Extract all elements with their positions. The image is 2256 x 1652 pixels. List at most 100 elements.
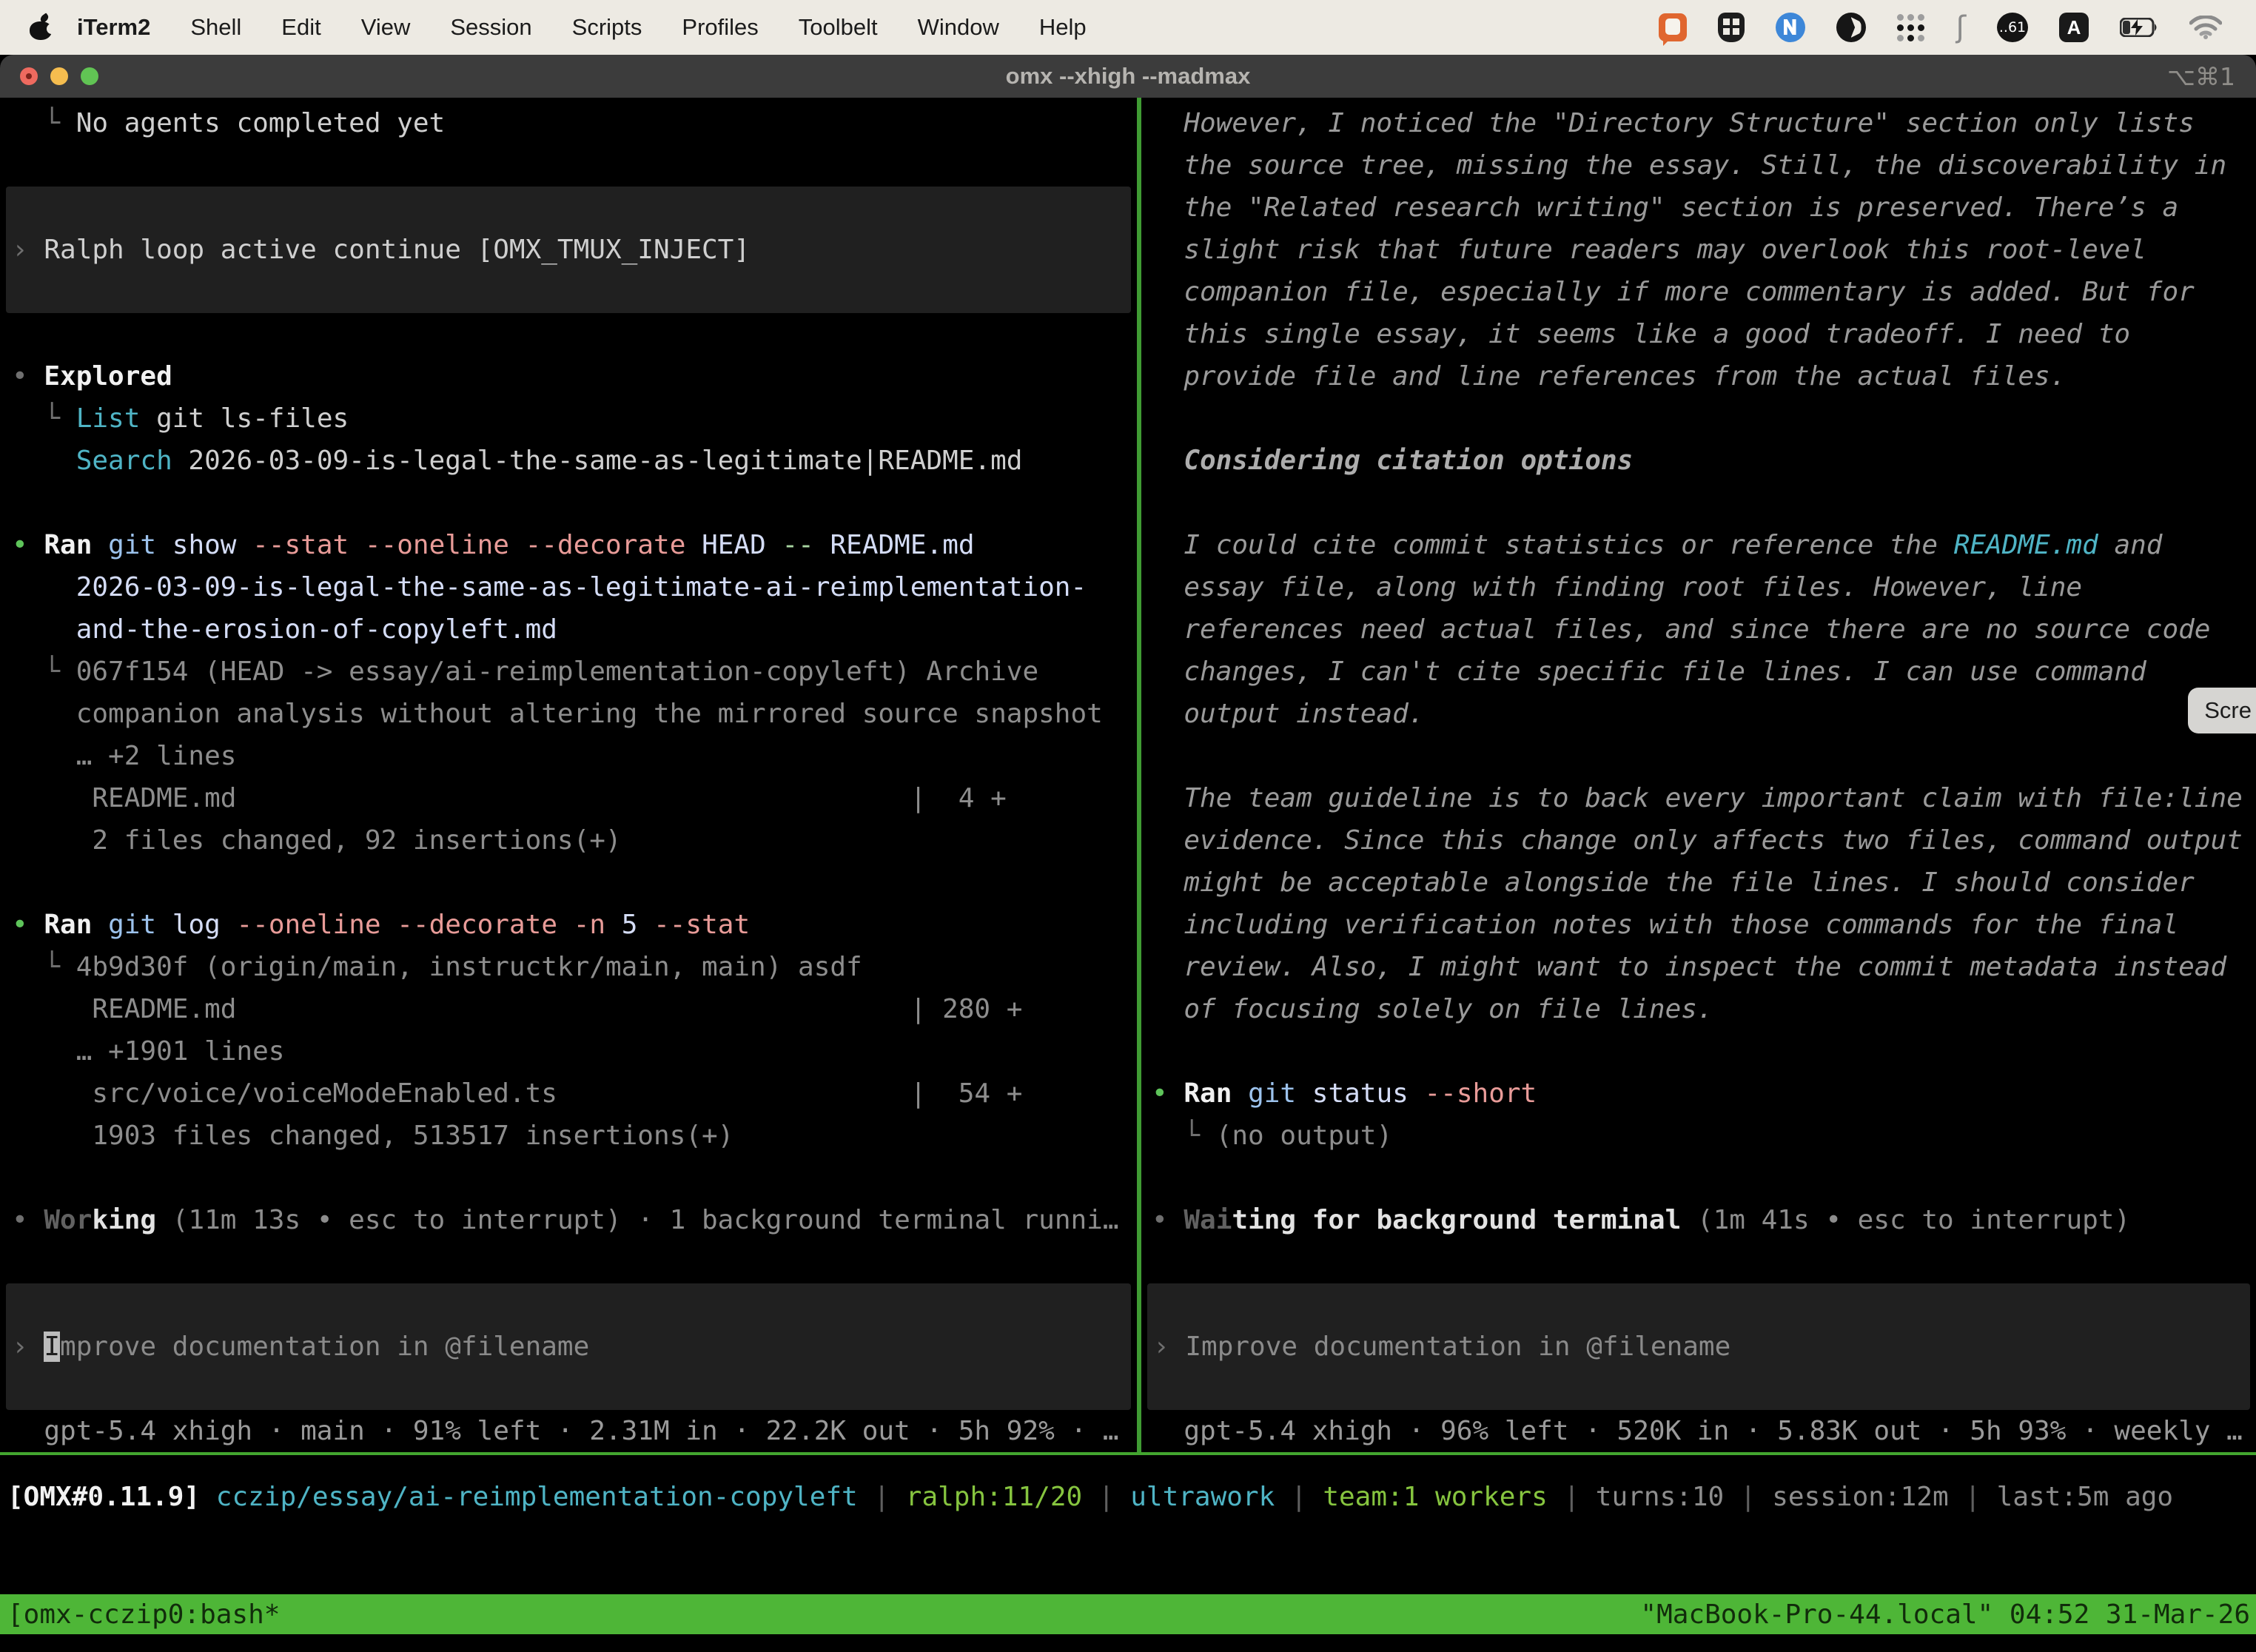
text-segment: git [108,910,156,940]
text-segment: └ [1152,1121,1216,1151]
text-segment: companion analysis without altering the … [12,699,1103,729]
text-segment: └ [12,403,76,434]
terminal-line: • Ran git status --short [1141,1072,2256,1115]
menu-item-toolbelt[interactable]: Toolbelt [779,14,898,41]
text-segment: including verification notes with those … [1152,910,2178,940]
terminal-line: └ (no output) [1141,1115,2256,1157]
text-segment: [OMX#0.11.9] [7,1482,200,1512]
terminal-line [1141,735,2256,777]
text-segment: 067f154 (HEAD -> essay/ai-reimplementati… [76,657,1038,687]
messages-badge-icon[interactable] [1776,13,1805,42]
grid-shield-icon[interactable] [1718,13,1745,42]
terminal-line: › Improve documentation in @filename [6,1326,1131,1368]
left-pane[interactable]: └ No agents completed yet › Ralph loop a… [0,98,1137,1452]
terminal-line: └ List git ls-files [0,397,1137,440]
close-button[interactable] [20,67,38,85]
text-segment: • [12,530,44,560]
zoom-button[interactable] [81,67,98,85]
text-segment: -- [782,530,813,560]
text-segment: cczip/essay/ai-reimplementation-copyleft [216,1482,858,1512]
text-segment: gpt-5.4 xhigh · main · 91% left · 2.31M … [12,1416,1119,1446]
terminal-line: 2026-03-09-is-legal-the-same-as-legitima… [0,566,1137,608]
text-segment: -n [574,910,605,940]
terminal-line: gpt-5.4 xhigh · main · 91% left · 2.31M … [0,1410,1137,1452]
terminal-line: and-the-erosion-of-copyleft.md [0,608,1137,651]
terminal-line: • Explored [0,355,1137,397]
terminal-line [0,862,1137,904]
text-segment: gpt-5.4 xhigh · 96% left · 520K in · 5.8… [1152,1416,2243,1446]
terminal-line: the source tree, missing the essay. Stil… [1141,144,2256,187]
menu-item-edit[interactable]: Edit [261,14,340,41]
tmux-status-bar[interactable]: [omx-cczip0:bash* "MacBook-Pro-44.local"… [0,1594,2256,1634]
text-segment: references need actual files, and since … [1152,614,2210,645]
title-bar[interactable]: omx --xhigh --madmax ⌥⌘1 [0,55,2256,98]
text-segment: Ran [1184,1078,1232,1109]
text-segment [509,530,526,560]
terminal-line: the "Related research writing" section i… [1141,187,2256,229]
terminal-line [0,144,1137,187]
terminal-line: [OMX#0.11.9] cczip/essay/ai-reimplementa… [7,1476,2173,1518]
text-segment: … +1901 lines [12,1036,284,1067]
menu-item-profiles[interactable]: Profiles [662,14,778,41]
terminal-line: └ No agents completed yet [0,102,1137,144]
text-segment: • [1152,1205,1184,1235]
terminal-line [1141,1157,2256,1199]
terminal-line: • Ran git show --stat --oneline --decora… [0,524,1137,566]
wifi-icon[interactable] [2189,16,2222,39]
terminal-line [0,313,1137,355]
text-segment [1232,1078,1248,1109]
record-indicator-icon[interactable] [1659,13,1687,41]
text-segment: 2 files changed, 92 insertions(+) [12,825,622,856]
text-segment: 4b9d30f (origin/main, instructkr/main, m… [76,952,862,982]
text-segment: king [92,1205,156,1235]
text-segment: | [858,1482,906,1512]
terminal-line [1141,482,2256,524]
text-segment: and [2098,530,2163,560]
text-segment: provide file and line references from th… [1152,361,2066,392]
text-segment: 1903 files changed, 513517 insertions(+) [12,1121,733,1151]
dots-grid-icon[interactable] [1897,13,1925,41]
menu-item-shell[interactable]: Shell [170,14,261,41]
menu-item-help[interactable]: Help [1019,14,1107,41]
text-segment: Search [76,446,172,476]
minimize-button[interactable] [50,67,68,85]
text-segment: › [12,235,44,265]
menu-item-window[interactable]: Window [898,14,1019,41]
text-segment: evidence. Since this change only affects… [1152,825,2243,856]
terminal-line: • Ran git log --oneline --decorate -n 5 … [0,904,1137,946]
text-segment: • [12,910,44,940]
battery-icon[interactable] [2120,18,2158,37]
text-segment: 5 [605,910,654,940]
text-segment: review. Also, I might want to inspect th… [1152,952,2226,982]
menu-item-session[interactable]: Session [430,14,551,41]
screen-share-tooltip[interactable]: Scre [2188,688,2256,733]
right-pane[interactable]: However, I noticed the "Directory Struct… [1141,98,2256,1452]
text-segment: essay file, along with finding root file… [1152,572,2082,602]
text-segment: git [1248,1078,1296,1109]
loop-icon[interactable] [1836,13,1866,42]
text-segment: show [156,530,252,560]
apple-menu-icon[interactable] [30,15,52,40]
menu-item-iterm2[interactable]: iTerm2 [77,14,170,41]
terminal-line [1141,397,2256,440]
text-segment: --oneline [365,530,509,560]
input-source-icon[interactable]: A [2059,13,2089,42]
menu-item-scripts[interactable]: Scripts [552,14,662,41]
prompt-box[interactable]: › Improve documentation in @filename [6,1283,1131,1410]
window-footer [0,1634,2256,1652]
text-segment: mprove documentation in @filename [60,1332,589,1362]
terminal-line: › Ralph loop active continue [OMX_TMUX_I… [6,229,1131,271]
text-segment: log [156,910,236,940]
terminal-line: Search 2026-03-09-is-legal-the-same-as-l… [0,440,1137,482]
prompt-box[interactable]: › Improve documentation in @filename [1147,1283,2250,1410]
terminal-line: review. Also, I might want to inspect th… [1141,946,2256,988]
timer-badge-icon[interactable]: ..61 [1997,13,2028,42]
menu-item-view[interactable]: View [341,14,431,41]
terminal-line: README.md | 280 + [0,988,1137,1030]
terminal-line: … +2 lines [0,735,1137,777]
text-segment: Ran [44,910,92,940]
terminal-line: essay file, along with finding root file… [1141,566,2256,608]
text-segment: ultrawork [1130,1482,1275,1512]
text-segment: However, I noticed the "Directory Struct… [1152,108,2195,138]
hook-icon[interactable]: ʃ [1956,10,1966,44]
